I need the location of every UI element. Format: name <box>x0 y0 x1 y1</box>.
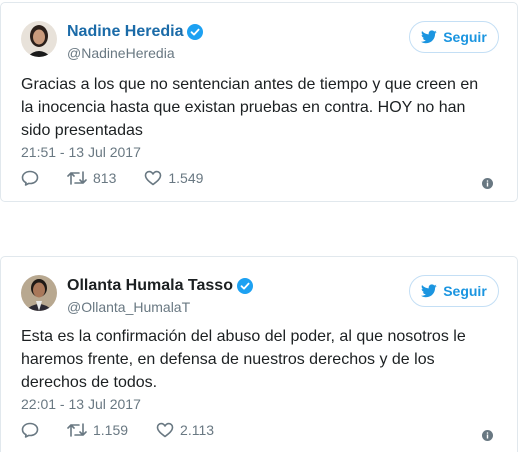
like-button[interactable]: 2.113 <box>156 422 214 438</box>
retweet-button[interactable]: 1.159 <box>67 422 128 438</box>
info-icon[interactable] <box>482 178 493 189</box>
reply-icon <box>21 170 39 186</box>
twitter-bird-icon <box>421 284 437 298</box>
retweet-button[interactable]: 813 <box>67 170 116 186</box>
reply-icon <box>21 422 39 438</box>
follow-button-label: Seguir <box>443 283 487 299</box>
follow-button[interactable]: Seguir <box>409 21 499 53</box>
like-button[interactable]: 1.549 <box>144 170 203 186</box>
twitter-bird-icon <box>421 30 437 44</box>
tweet-actions: 1.159 2.113 <box>21 422 242 438</box>
tweet-actions: 813 1.549 <box>21 170 231 186</box>
avatar[interactable] <box>21 21 57 57</box>
like-icon <box>145 170 162 186</box>
tweet-timestamp[interactable]: 21:51 - 13 Jul 2017 <box>21 144 141 160</box>
retweet-count: 813 <box>93 170 117 186</box>
follow-button-label: Seguir <box>443 29 487 45</box>
tweet-card-ollanta: Ollanta Humala Tasso @Ollanta_HumalaT Se… <box>0 256 518 452</box>
info-icon[interactable] <box>482 430 493 441</box>
reply-button[interactable] <box>21 422 39 438</box>
tweet-card-nadine: Nadine Heredia @NadineHeredia Seguir Gra… <box>0 2 518 202</box>
retweet-count: 1.159 <box>93 422 129 438</box>
like-count: 1.549 <box>168 170 204 186</box>
tweet-text: Gracias a los que no sentencian antes de… <box>21 76 479 139</box>
verified-icon <box>187 24 204 40</box>
follow-button[interactable]: Seguir <box>409 275 499 307</box>
display-name[interactable]: Ollanta Humala Tasso <box>67 277 233 295</box>
retweet-icon <box>67 171 87 185</box>
verified-icon <box>236 278 253 294</box>
like-count: 2.113 <box>180 422 215 438</box>
tweet-timestamp[interactable]: 22:01 - 13 Jul 2017 <box>21 396 141 412</box>
reply-button[interactable] <box>21 170 39 186</box>
user-handle[interactable]: @NadineHeredia <box>67 45 175 61</box>
avatar[interactable] <box>21 275 57 311</box>
retweet-icon <box>67 423 87 437</box>
like-icon <box>156 422 174 438</box>
display-name[interactable]: Nadine Heredia <box>67 23 183 41</box>
user-handle[interactable]: @Ollanta_HumalaT <box>67 299 190 315</box>
tweet-text: Esta es la confirmación del abuso del po… <box>21 328 466 391</box>
